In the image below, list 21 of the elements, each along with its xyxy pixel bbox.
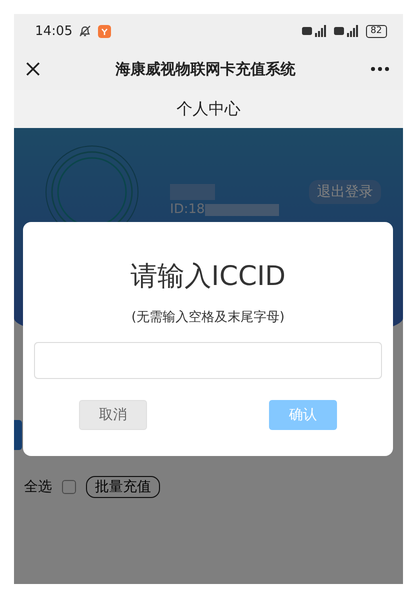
dialog-hint: (无需输入空格及末尾字母) (131, 309, 285, 326)
user-id: ID:18 (170, 202, 205, 217)
bell-off-icon (78, 24, 92, 38)
more-button[interactable] (370, 66, 390, 72)
tab-edge (14, 420, 22, 450)
redaction-mask (170, 184, 215, 200)
dialog-title: 请输入ICCID (130, 260, 286, 294)
status-time: 14:05 (35, 24, 72, 38)
battery-icon: 82 (366, 24, 387, 38)
input-field[interactable] (34, 342, 382, 379)
signal-icon (334, 25, 360, 37)
app-icon (98, 24, 112, 38)
close-button[interactable] (25, 61, 41, 77)
logout-button[interactable]: 退出登录 (308, 180, 381, 204)
select-all-label: 全选 (24, 478, 52, 496)
signal-icon (302, 25, 328, 37)
checkbox[interactable] (62, 480, 76, 494)
page-title: 海康威视物联网卡充值系统 (114, 60, 296, 78)
cancel-button[interactable]: 取消 (79, 400, 147, 430)
batch-recharge-button[interactable]: 批量充值 (86, 476, 160, 498)
section-title: 个人中心 (176, 98, 240, 120)
